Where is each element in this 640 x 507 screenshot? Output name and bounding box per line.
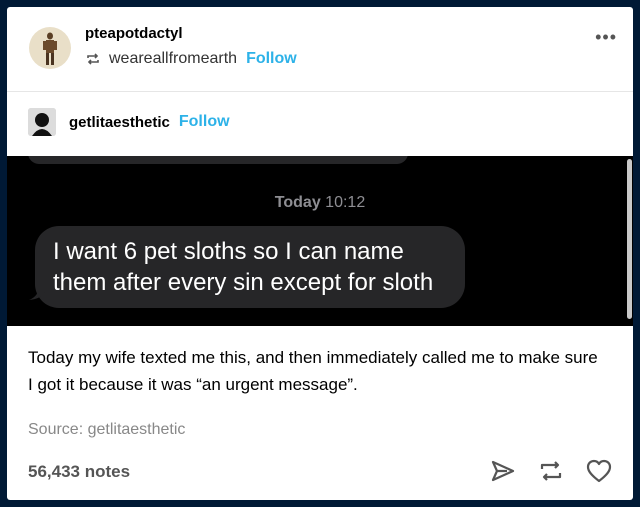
more-icon[interactable]: ••• [595, 27, 617, 48]
source-follow-button[interactable]: Follow [179, 113, 230, 131]
post-actions [469, 457, 613, 485]
reblogged-from-name[interactable]: weareallfromearth [109, 50, 237, 68]
post-caption: Today my wife texted me this, and then i… [28, 348, 598, 394]
message-bubble: I want 6 pet sloths so I can name them a… [35, 226, 465, 308]
source-avatar-icon [28, 108, 56, 136]
reblog-action-icon[interactable] [537, 457, 565, 485]
post-card: pteapotdactyl weareallfromearth Follow •… [7, 7, 633, 500]
source-blog-row: getlitaesthetic Follow [28, 108, 230, 136]
image-scrollbar[interactable] [627, 159, 632, 319]
avatar-figure-icon [43, 32, 57, 65]
author-name[interactable]: pteapotdactyl [85, 25, 183, 42]
bubble-tail-icon [29, 286, 45, 300]
author-avatar[interactable] [29, 27, 71, 69]
share-icon[interactable] [489, 457, 517, 485]
source-link[interactable]: Source: getlitaesthetic [28, 421, 185, 439]
post-header: pteapotdactyl weareallfromearth Follow •… [7, 7, 633, 91]
reblog-icon [87, 53, 99, 65]
source-avatar[interactable] [28, 108, 56, 136]
notes-count[interactable]: 56,433 notes [28, 462, 130, 482]
timestamp-day: Today [274, 194, 321, 211]
follow-button[interactable]: Follow [246, 50, 297, 68]
source-blog-name[interactable]: getlitaesthetic [69, 114, 170, 131]
like-icon[interactable] [585, 457, 613, 485]
message-screenshot-image: Today 10:12 I want 6 pet sloths so I can… [7, 156, 633, 326]
reblog-row: weareallfromearth Follow [85, 50, 297, 68]
timestamp-time: 10:12 [325, 194, 366, 211]
previous-message-bubble [28, 156, 408, 164]
header-divider [7, 91, 633, 92]
message-timestamp: Today 10:12 [7, 194, 633, 212]
